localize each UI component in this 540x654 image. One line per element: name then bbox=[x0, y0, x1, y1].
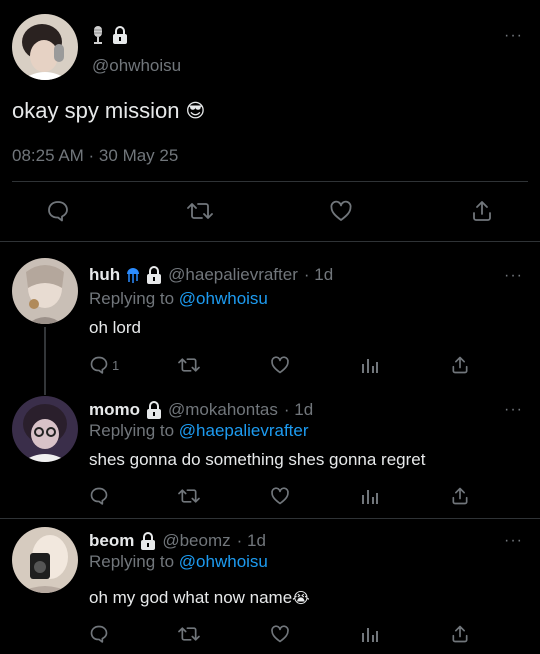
share-button[interactable] bbox=[450, 624, 470, 644]
reply-header-beom: beom @beomz · 1d bbox=[89, 531, 266, 551]
main-tweet-text: okay spy mission bbox=[12, 98, 180, 123]
main-divider-top bbox=[12, 181, 528, 182]
replying-to: Replying to @ohwhoisu bbox=[89, 289, 268, 309]
reply-header-huh: huh @haepalievrafter · 1d bbox=[89, 265, 333, 285]
replying-to-label: Replying to bbox=[89, 289, 175, 308]
retweet-button[interactable] bbox=[187, 199, 213, 223]
reply-icon bbox=[89, 355, 109, 375]
reply-icon bbox=[46, 199, 70, 223]
retweet-button[interactable] bbox=[178, 355, 200, 375]
share-button[interactable] bbox=[450, 486, 470, 506]
main-tweet-text-row: okay spy mission 😎 bbox=[12, 98, 205, 124]
reply-count: 1 bbox=[112, 357, 120, 373]
replying-to-label: Replying to bbox=[89, 552, 175, 571]
reply-handle[interactable]: @haepalievrafter bbox=[168, 265, 298, 285]
reply-button[interactable] bbox=[89, 624, 109, 644]
reply-icon bbox=[89, 486, 109, 506]
reply-more-button[interactable]: ··· bbox=[504, 533, 523, 549]
jellyfish-icon bbox=[126, 266, 140, 284]
main-avatar[interactable] bbox=[12, 14, 78, 80]
thread-line bbox=[44, 327, 46, 395]
reply-time[interactable]: · 1d bbox=[304, 265, 333, 285]
analytics-icon bbox=[361, 356, 379, 374]
like-icon bbox=[270, 355, 290, 375]
lock-icon bbox=[112, 26, 128, 44]
like-icon bbox=[270, 624, 290, 644]
reply-avatar-beom[interactable] bbox=[12, 527, 78, 593]
replying-to-handle[interactable]: @ohwhoisu bbox=[179, 289, 268, 308]
lock-icon bbox=[146, 401, 162, 419]
crying-emoji: 😭 bbox=[292, 590, 310, 607]
reply-button[interactable] bbox=[89, 486, 109, 506]
share-icon bbox=[450, 355, 470, 375]
reply-handle[interactable]: @beomz bbox=[162, 531, 230, 551]
share-icon bbox=[470, 199, 494, 223]
main-user-badges bbox=[92, 26, 128, 44]
replying-to: Replying to @haepalievrafter bbox=[89, 421, 309, 441]
reply-name[interactable]: huh bbox=[89, 265, 120, 285]
analytics-button[interactable] bbox=[361, 625, 379, 643]
share-icon bbox=[450, 486, 470, 506]
like-icon bbox=[270, 486, 290, 506]
lock-icon bbox=[140, 532, 156, 550]
reply-name[interactable]: beom bbox=[89, 531, 134, 551]
like-icon bbox=[329, 199, 353, 223]
like-button[interactable] bbox=[270, 355, 290, 375]
reply-time[interactable]: · 1d bbox=[284, 400, 313, 420]
like-button[interactable] bbox=[270, 624, 290, 644]
reply-text: oh my god what now name bbox=[89, 588, 293, 607]
main-divider-bottom bbox=[0, 241, 540, 242]
main-timestamp[interactable]: 08:25 AM · 30 May 25 bbox=[12, 146, 178, 166]
reply-icon bbox=[89, 624, 109, 644]
share-button[interactable] bbox=[470, 199, 494, 223]
retweet-icon bbox=[178, 355, 200, 375]
retweet-button[interactable] bbox=[178, 486, 200, 506]
reply-avatar-momo[interactable] bbox=[12, 396, 78, 462]
reply-divider bbox=[0, 518, 540, 519]
analytics-button[interactable] bbox=[361, 356, 379, 374]
main-more-button[interactable]: ··· bbox=[504, 28, 523, 44]
reply-more-button[interactable]: ··· bbox=[504, 268, 523, 284]
reply-time[interactable]: · 1d bbox=[237, 531, 266, 551]
analytics-icon bbox=[361, 625, 379, 643]
sunglasses-emoji: 😎 bbox=[185, 100, 206, 122]
reply-more-button[interactable]: ··· bbox=[504, 402, 523, 418]
reply-text: oh lord bbox=[89, 318, 141, 337]
lock-icon bbox=[146, 266, 162, 284]
analytics-icon bbox=[361, 487, 379, 505]
analytics-button[interactable] bbox=[361, 487, 379, 505]
reply-header-momo: momo @mokahontas · 1d bbox=[89, 400, 313, 420]
reply-avatar-huh[interactable] bbox=[12, 258, 78, 324]
reply-text: shes gonna do something shes gonna regre… bbox=[89, 450, 426, 469]
retweet-icon bbox=[178, 486, 200, 506]
retweet-icon bbox=[178, 624, 200, 644]
share-button[interactable] bbox=[450, 355, 470, 375]
retweet-icon bbox=[187, 199, 213, 223]
reply-button[interactable]: 1 bbox=[89, 355, 119, 375]
share-icon bbox=[450, 624, 470, 644]
retweet-button[interactable] bbox=[178, 624, 200, 644]
replying-to-handle[interactable]: @haepalievrafter bbox=[179, 421, 309, 440]
replying-to-label: Replying to bbox=[89, 421, 175, 440]
reply-text-row: oh my god what now name 😭 bbox=[89, 588, 310, 608]
reply-handle[interactable]: @mokahontas bbox=[168, 400, 278, 420]
main-handle[interactable]: @ohwhoisu bbox=[92, 56, 181, 76]
like-button[interactable] bbox=[329, 199, 353, 223]
microphone-icon bbox=[92, 26, 104, 44]
like-button[interactable] bbox=[270, 486, 290, 506]
replying-to: Replying to @ohwhoisu bbox=[89, 552, 268, 572]
reply-name[interactable]: momo bbox=[89, 400, 140, 420]
reply-button[interactable] bbox=[46, 199, 70, 223]
replying-to-handle[interactable]: @ohwhoisu bbox=[179, 552, 268, 571]
